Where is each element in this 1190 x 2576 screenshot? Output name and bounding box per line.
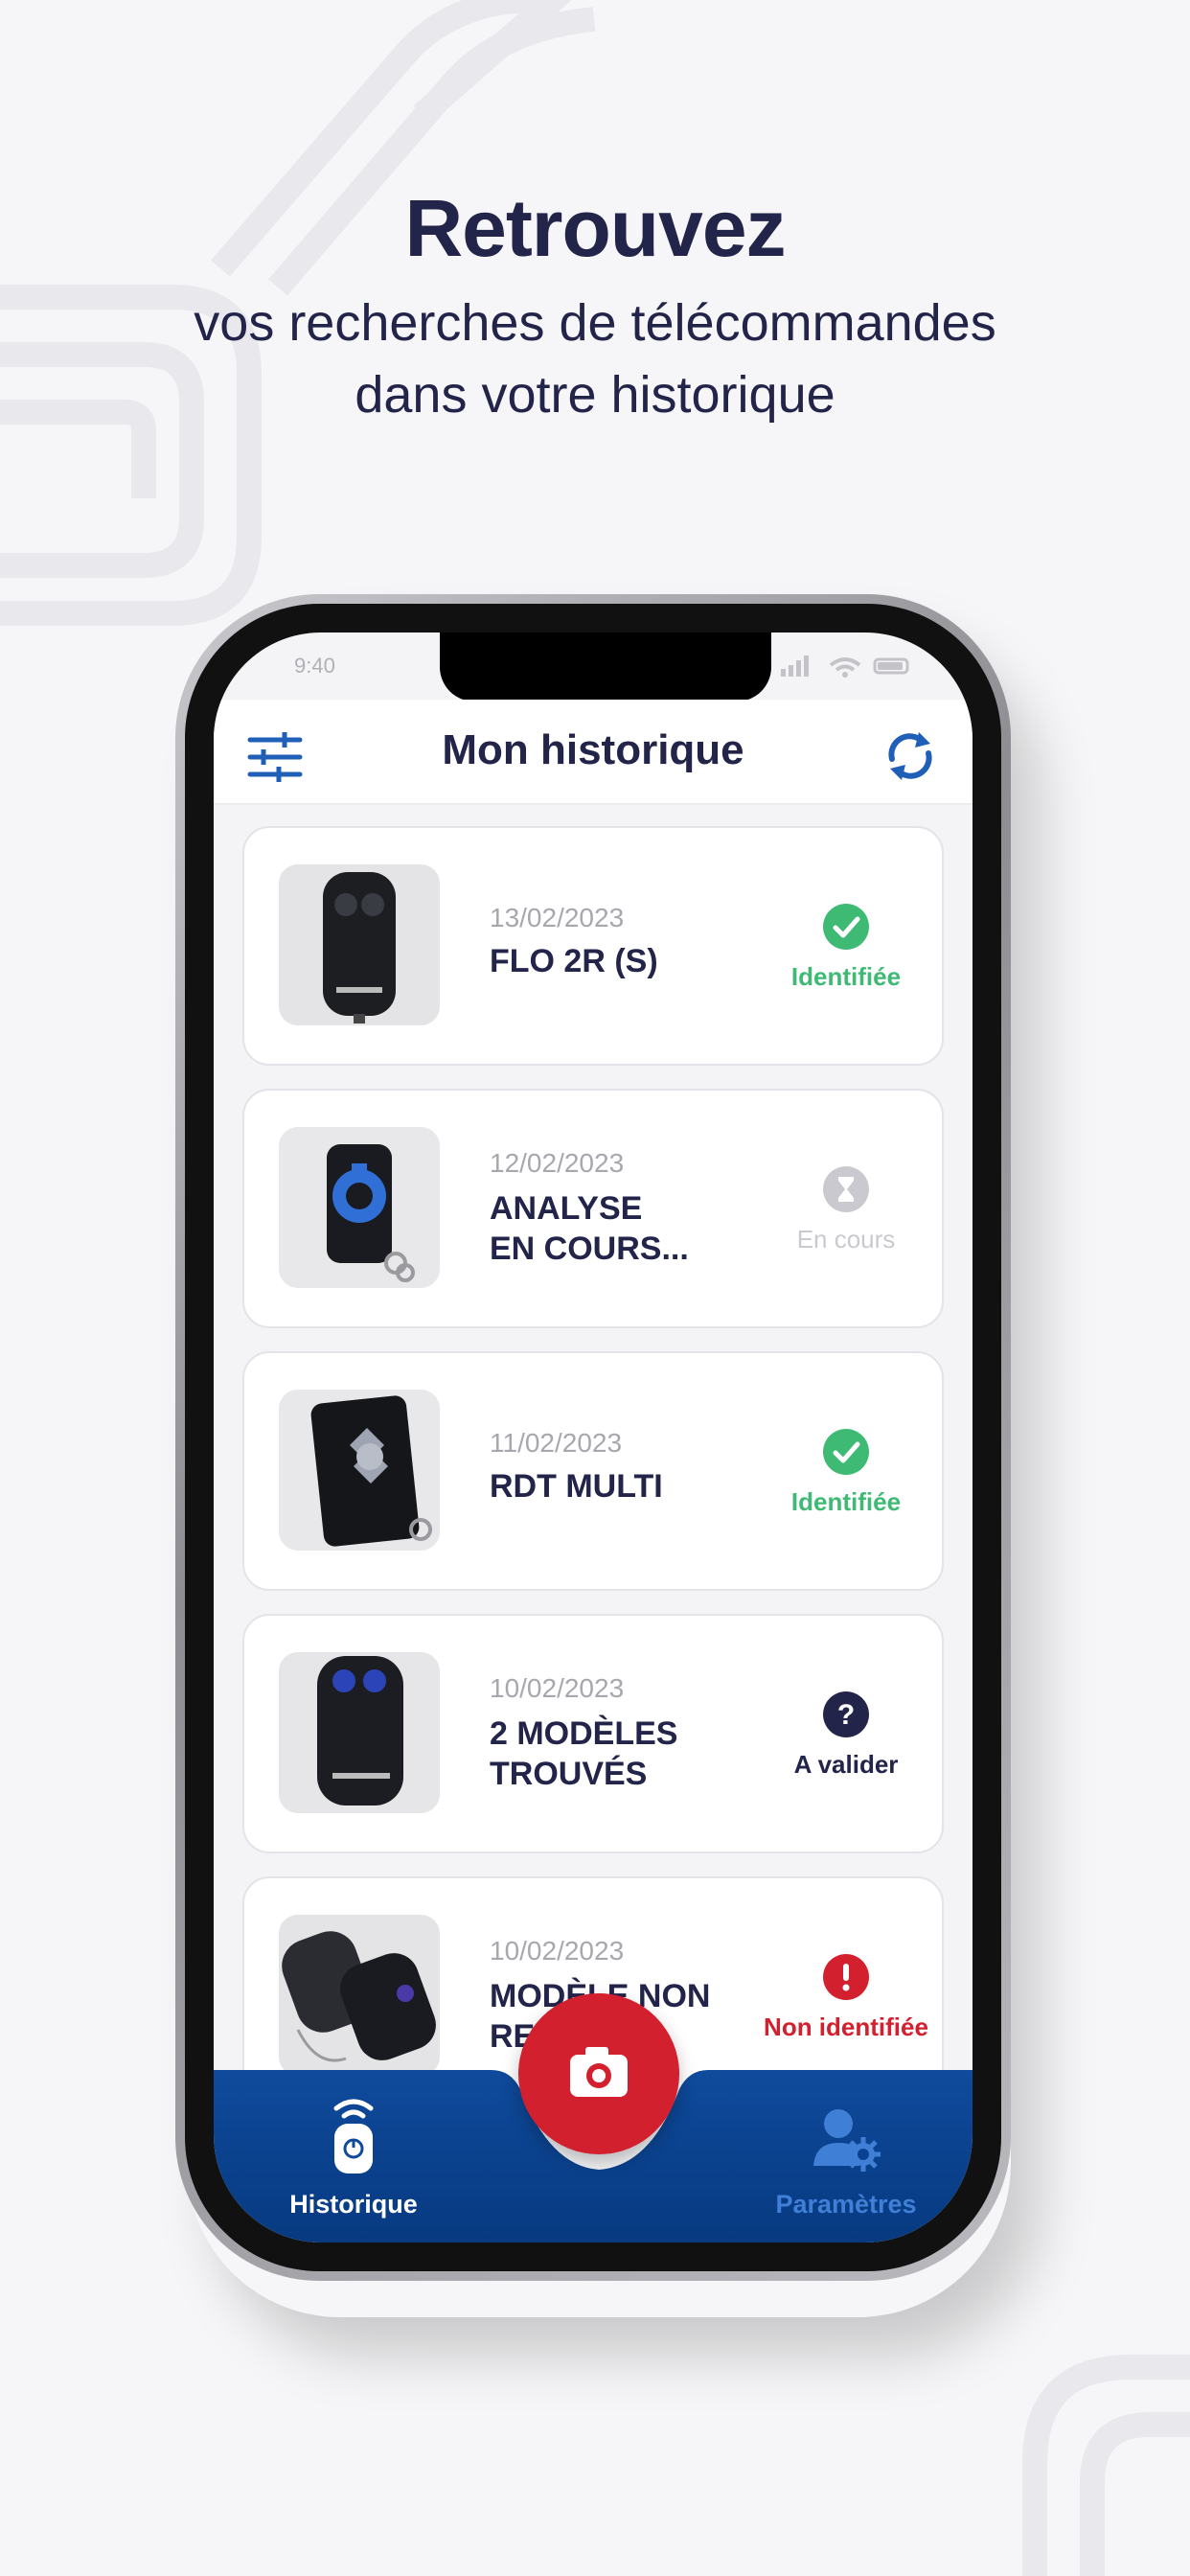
item-name: 2 MODÈLES TROUVÉS	[490, 1714, 777, 1794]
status-icons	[781, 652, 915, 685]
history-card[interactable]: 10/02/2023 2 MODÈLES TROUVÉS ? A valider	[242, 1614, 944, 1853]
nav-historique[interactable]: Historique	[248, 2095, 459, 2220]
item-status: Identifiée	[750, 903, 942, 992]
user-settings-icon	[813, 2109, 881, 2172]
item-name-line-2: EN COURS...	[490, 1230, 689, 1267]
item-name: FLO 2R (S)	[490, 941, 777, 981]
item-name-line-1: RDT MULTI	[490, 1468, 663, 1505]
signal-wifi-battery-icon	[781, 656, 909, 678]
item-name-line-1: FLO 2R (S)	[490, 943, 658, 979]
status-label: En cours	[796, 1225, 896, 1254]
history-card[interactable]: 12/02/2023 ANALYSE EN COURS... En cours	[242, 1089, 944, 1328]
item-status: ? A valider	[750, 1690, 942, 1780]
camera-icon	[570, 2047, 628, 2097]
bottom-navigation: Historique Paramètres	[214, 1993, 973, 2242]
item-date: 10/02/2023	[490, 1673, 625, 1703]
promo-subline-line-2: dans votre historique	[355, 366, 835, 424]
item-name-line-1: ANALYSE	[490, 1190, 643, 1227]
hourglass-icon	[823, 1166, 869, 1212]
remote-photo-flor	[279, 1652, 440, 1813]
remote-thumbnail	[279, 1390, 440, 1551]
page-title: Mon historique	[442, 726, 744, 773]
remote-photo-flo2r	[279, 864, 440, 1025]
status-label: A valider	[793, 1750, 899, 1779]
remote-photo-analysis	[279, 1127, 440, 1288]
history-list: 13/02/2023 FLO 2R (S) Identifiée 12/02/2…	[242, 826, 944, 2139]
refresh-icon	[888, 732, 932, 780]
app-bar: Mon historique	[214, 700, 973, 805]
item-status: Non identifiée	[750, 1953, 942, 2042]
item-name: RDT MULTI	[490, 1466, 777, 1506]
refresh-button[interactable]	[881, 726, 940, 786]
check-circle-icon	[823, 904, 869, 950]
history-card[interactable]: 11/02/2023 RDT MULTI Identifiée	[242, 1351, 944, 1591]
item-date: 10/02/2023	[490, 1936, 625, 1966]
svg-text:?: ?	[837, 1699, 855, 1731]
phone-frame: 9:40 Mon historique 13/02/2023 FLO 2R (S…	[175, 594, 1011, 2281]
item-name-line-2: TROUVÉS	[490, 1756, 648, 1792]
remote-signal-icon	[333, 2099, 374, 2174]
history-card[interactable]: 13/02/2023 FLO 2R (S) Identifiée	[242, 826, 944, 1066]
item-status: En cours	[750, 1165, 942, 1254]
item-name-line-1: 2 MODÈLES	[490, 1715, 678, 1752]
phone-screen: 9:40 Mon historique 13/02/2023 FLO 2R (S…	[214, 632, 973, 2242]
status-label: Non identifiée	[764, 2012, 928, 2041]
status-time: 9:40	[294, 654, 335, 678]
check-circle-icon	[823, 1429, 869, 1475]
remote-photo-two-remotes	[279, 1915, 440, 2076]
promo-subline-line-1: vos recherches de télécommandes	[194, 294, 996, 352]
promo-headline: Retrouvez	[404, 183, 786, 273]
item-date: 13/02/2023	[490, 903, 625, 932]
nav-label-parametres: Paramètres	[775, 2190, 917, 2219]
camera-fab[interactable]	[518, 1993, 679, 2154]
remote-thumbnail	[279, 1127, 440, 1288]
status-label: Identifiée	[790, 962, 902, 991]
remote-photo-rdt	[279, 1390, 440, 1551]
remote-thumbnail	[279, 1652, 440, 1813]
phone-bezel: 9:40 Mon historique 13/02/2023 FLO 2R (S…	[185, 604, 1001, 2271]
status-label: Identifiée	[790, 1487, 902, 1516]
nav-parametres[interactable]: Paramètres	[741, 2095, 951, 2220]
item-date: 11/02/2023	[490, 1428, 623, 1458]
remote-thumbnail	[279, 1915, 440, 2076]
remote-thumbnail	[279, 864, 440, 1025]
nav-label-historique: Historique	[289, 2190, 418, 2219]
exclamation-circle-icon	[823, 1954, 869, 2000]
item-status: Identifiée	[750, 1428, 942, 1517]
question-circle-icon: ?	[823, 1691, 869, 1737]
item-date: 12/02/2023	[490, 1148, 625, 1178]
promo-subline: vos recherches de télécommandes dans vot…	[0, 288, 1190, 431]
item-name: ANALYSE EN COURS...	[490, 1188, 777, 1269]
phone-notch	[440, 632, 771, 702]
